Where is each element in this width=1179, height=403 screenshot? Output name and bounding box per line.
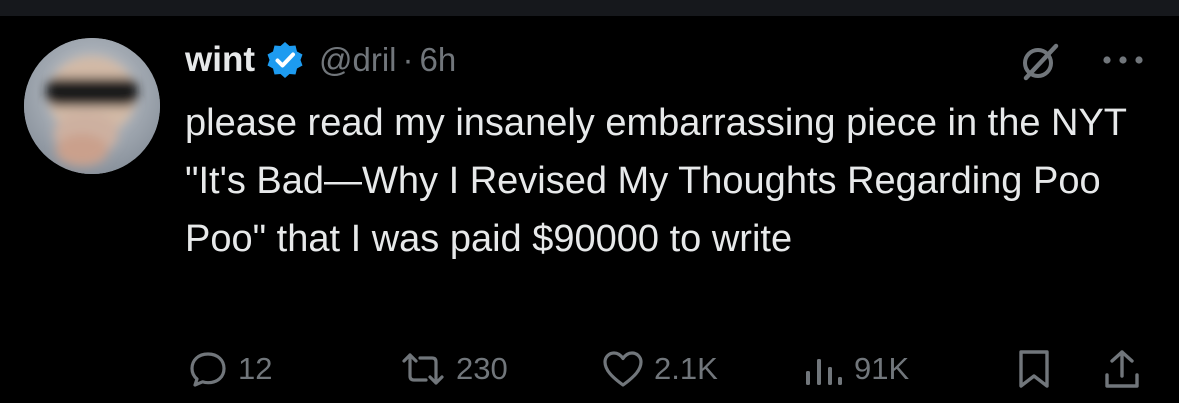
reply-button[interactable]: 12 bbox=[188, 340, 272, 398]
author-name[interactable]: wint bbox=[185, 40, 255, 80]
repost-button[interactable]: 230 bbox=[400, 340, 508, 398]
more-icon[interactable] bbox=[1100, 50, 1146, 70]
top-bar bbox=[0, 0, 1179, 16]
share-button[interactable] bbox=[1102, 340, 1142, 398]
repost-icon bbox=[400, 349, 446, 389]
author-handle[interactable]: @dril bbox=[319, 41, 397, 79]
reply-icon bbox=[188, 349, 228, 389]
tweet-timestamp[interactable]: 6h bbox=[420, 41, 457, 79]
views-button[interactable]: 91K bbox=[804, 340, 909, 398]
bookmark-button[interactable] bbox=[1014, 340, 1054, 398]
action-bar: 12 230 2.1K 91K bbox=[0, 340, 1179, 398]
heart-icon bbox=[602, 349, 644, 389]
verified-badge-icon bbox=[265, 40, 305, 80]
repost-count: 230 bbox=[456, 351, 508, 386]
bookmark-icon bbox=[1014, 348, 1054, 390]
like-count: 2.1K bbox=[654, 351, 718, 386]
view-count: 91K bbox=[854, 351, 910, 386]
views-icon bbox=[804, 349, 844, 389]
tweet-header: wint @dril · 6h bbox=[185, 34, 456, 86]
grok-icon[interactable] bbox=[1018, 40, 1062, 84]
reply-count: 12 bbox=[238, 351, 273, 386]
avatar[interactable] bbox=[24, 38, 160, 174]
separator-dot: · bbox=[402, 41, 414, 78]
like-button[interactable]: 2.1K bbox=[602, 340, 718, 398]
share-icon bbox=[1102, 348, 1142, 390]
tweet-text: please read my insanely embarrassing pie… bbox=[185, 102, 1127, 260]
